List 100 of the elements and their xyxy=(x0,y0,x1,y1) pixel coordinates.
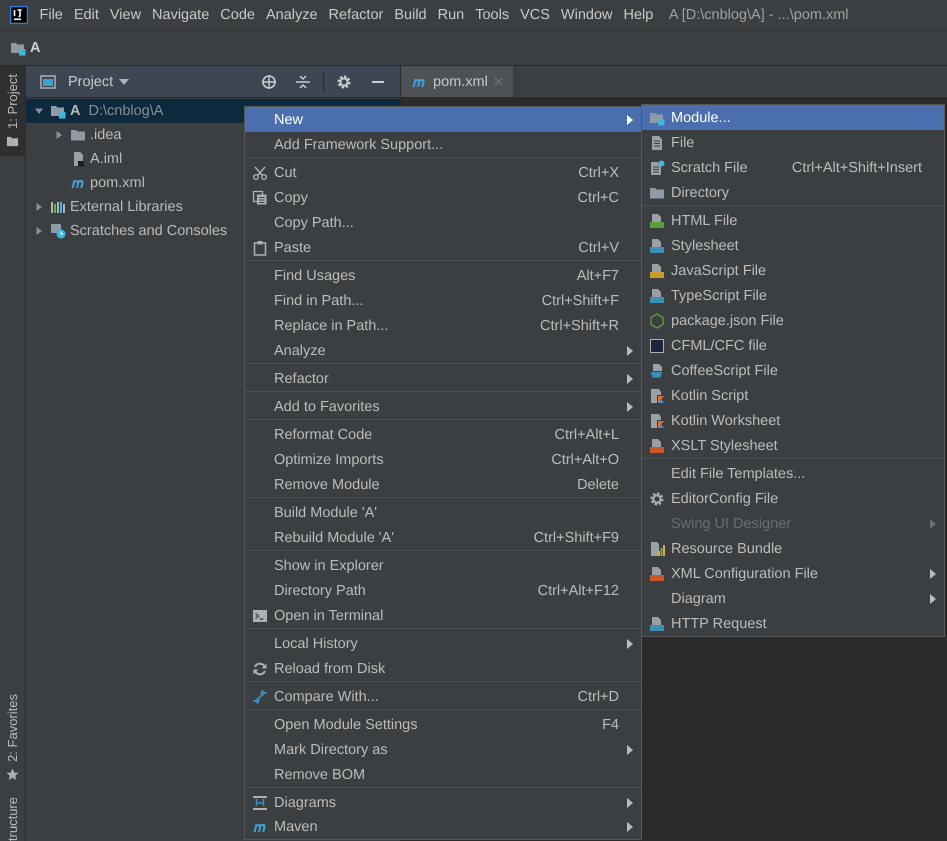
menu-item[interactable]: Local History xyxy=(245,631,641,656)
scissors-icon xyxy=(252,164,268,180)
menu-item[interactable]: Replace in Path... Ctrl+Shift+R xyxy=(245,313,641,338)
menu-item[interactable]: Mark Directory as xyxy=(245,737,641,762)
menu-bar-item[interactable]: Run xyxy=(432,7,470,23)
clipboard-icon xyxy=(252,240,268,256)
menu-item[interactable]: Optimize Imports Ctrl+Alt+O xyxy=(245,447,641,472)
settings-icon[interactable] xyxy=(336,74,352,90)
collapsed-arrow-icon[interactable] xyxy=(34,226,44,236)
menu-item[interactable]: Paste Ctrl+V xyxy=(245,235,641,260)
coffee-cup-icon xyxy=(648,362,664,378)
scratches-icon xyxy=(50,223,66,239)
menu-item[interactable]: Scratch File Ctrl+Alt+Shift+Insert xyxy=(642,155,944,180)
breadcrumb-item[interactable]: A xyxy=(10,40,40,56)
menu-bar-item[interactable]: Refactor xyxy=(323,7,389,23)
menu-item[interactable]: Directory Path Ctrl+Alt+F12 xyxy=(245,578,641,603)
menu-item[interactable]: Reload from Disk xyxy=(245,656,641,681)
menu-item[interactable]: Directory xyxy=(642,180,944,205)
menu-item[interactable]: Module... xyxy=(642,105,944,130)
menu-item[interactable]: Find Usages Alt+F7 xyxy=(245,263,641,288)
menu-item[interactable]: Diagrams xyxy=(245,790,641,815)
menu-item[interactable]: EditorConfig File xyxy=(642,486,944,511)
menu-item[interactable]: Refactor xyxy=(245,366,641,391)
menu-item[interactable]: XSLT Stylesheet xyxy=(642,433,944,458)
menu-item[interactable]: CoffeeScript File xyxy=(642,358,944,383)
shortcut-text: Ctrl+Shift+F xyxy=(542,292,619,308)
menu-item[interactable]: Kotlin Worksheet xyxy=(642,408,944,433)
file-type-icon xyxy=(648,238,664,254)
shortcut-text: Ctrl+V xyxy=(578,240,619,256)
menu-item[interactable]: Stylesheet xyxy=(642,233,944,258)
menu-item[interactable]: Analyze xyxy=(245,338,641,363)
menu-bar-item[interactable]: Tools xyxy=(470,7,515,23)
cf-file-icon xyxy=(648,338,664,354)
menu-item[interactable]: Reformat Code Ctrl+Alt+L xyxy=(245,422,641,447)
menu-bar-item[interactable]: VCS xyxy=(514,7,556,23)
submenu-arrow-icon xyxy=(930,568,936,578)
reload-icon xyxy=(252,660,268,676)
editor-tab[interactable]: pom.xml xyxy=(401,66,513,97)
menu-item[interactable]: Open in Terminal xyxy=(245,603,641,628)
menu-item[interactable]: XML Configuration File xyxy=(642,561,944,586)
shortcut-text: Alt+F7 xyxy=(576,268,619,284)
shortcut-text: Ctrl+Shift+R xyxy=(540,318,619,334)
panel-title[interactable]: Project xyxy=(68,74,114,90)
menu-item[interactable]: CFML/CFC file xyxy=(642,333,944,358)
menu-bar-item[interactable]: Edit xyxy=(68,7,104,23)
crosshair-icon[interactable] xyxy=(261,74,277,90)
star-icon xyxy=(6,768,19,781)
menu-bar-item[interactable]: Analyze xyxy=(260,7,324,23)
menu-item[interactable]: JavaScript File xyxy=(642,258,944,283)
menu-item[interactable]: HTML File xyxy=(642,208,944,233)
menu-item[interactable]: Add to Favorites xyxy=(245,394,641,419)
kotlin-file-icon xyxy=(648,388,664,404)
collapsed-arrow-icon[interactable] xyxy=(54,130,64,140)
menu-item[interactable]: Maven xyxy=(245,815,641,839)
menu-item[interactable]: Diagram xyxy=(642,586,944,611)
menu-item[interactable]: Remove BOM xyxy=(245,762,641,787)
menu-bar-item[interactable]: File xyxy=(34,7,68,23)
expand-arrow-icon[interactable] xyxy=(34,106,44,116)
menu-bar-item[interactable]: Navigate xyxy=(146,7,215,23)
diagram-icon xyxy=(252,794,268,810)
menu-item[interactable]: Build Module 'A' xyxy=(245,500,641,525)
menu-item[interactable]: Find in Path... Ctrl+Shift+F xyxy=(245,288,641,313)
module-folder-icon xyxy=(50,103,66,119)
compare-arrows-icon xyxy=(252,688,268,704)
menu-item[interactable]: Show in Explorer xyxy=(245,553,641,578)
collapsed-arrow-icon[interactable] xyxy=(34,202,44,212)
collapse-all-icon[interactable] xyxy=(295,74,311,90)
menu-item[interactable]: New xyxy=(245,107,641,132)
shortcut-text: Delete xyxy=(577,476,619,492)
menu-item[interactable]: Rebuild Module 'A' Ctrl+Shift+F9 xyxy=(245,525,641,550)
library-icon xyxy=(50,199,66,215)
menu-item[interactable]: Remove Module Delete xyxy=(245,472,641,497)
menu-bar-item[interactable]: Code xyxy=(214,7,260,23)
menu-item[interactable]: Copy Path... xyxy=(245,210,641,235)
menu-bar-item[interactable]: View xyxy=(104,7,147,23)
menu-item[interactable]: TypeScript File xyxy=(642,283,944,308)
menu-bar-item[interactable]: Build xyxy=(388,7,432,23)
menu-item[interactable]: HTTP Request xyxy=(642,611,944,636)
menu-bar-item[interactable]: Help xyxy=(618,7,659,23)
menu-item[interactable]: Copy Ctrl+C xyxy=(245,185,641,210)
menu-item[interactable]: Resource Bundle xyxy=(642,536,944,561)
menu-item[interactable]: package.json File xyxy=(642,308,944,333)
menu-item[interactable]: Cut Ctrl+X xyxy=(245,160,641,185)
menu-item[interactable]: File xyxy=(642,130,944,155)
menu-bar-item[interactable]: Window xyxy=(555,7,618,23)
menu-item[interactable]: Compare With... Ctrl+D xyxy=(245,684,641,709)
tool-window-tab[interactable]: 1: Project xyxy=(0,66,25,156)
menu-item[interactable]: Edit File Templates... xyxy=(642,461,944,486)
menu-item[interactable]: Add Framework Support... xyxy=(245,132,641,157)
tool-window-tab[interactable]: 2: Favorites xyxy=(0,686,25,789)
tool-window-tab[interactable]: tructure xyxy=(0,788,25,841)
submenu-arrow-icon xyxy=(627,374,633,384)
kotlin-file-icon xyxy=(648,412,664,428)
settings-icon xyxy=(648,490,664,506)
menu-item[interactable]: Kotlin Script xyxy=(642,383,944,408)
submenu-arrow-icon xyxy=(627,402,633,412)
module-folder-icon xyxy=(10,40,26,56)
shortcut-text: Ctrl+X xyxy=(578,164,619,180)
menu-item[interactable]: Open Module Settings F4 xyxy=(245,712,641,737)
dropdown-caret-icon[interactable] xyxy=(119,78,130,84)
